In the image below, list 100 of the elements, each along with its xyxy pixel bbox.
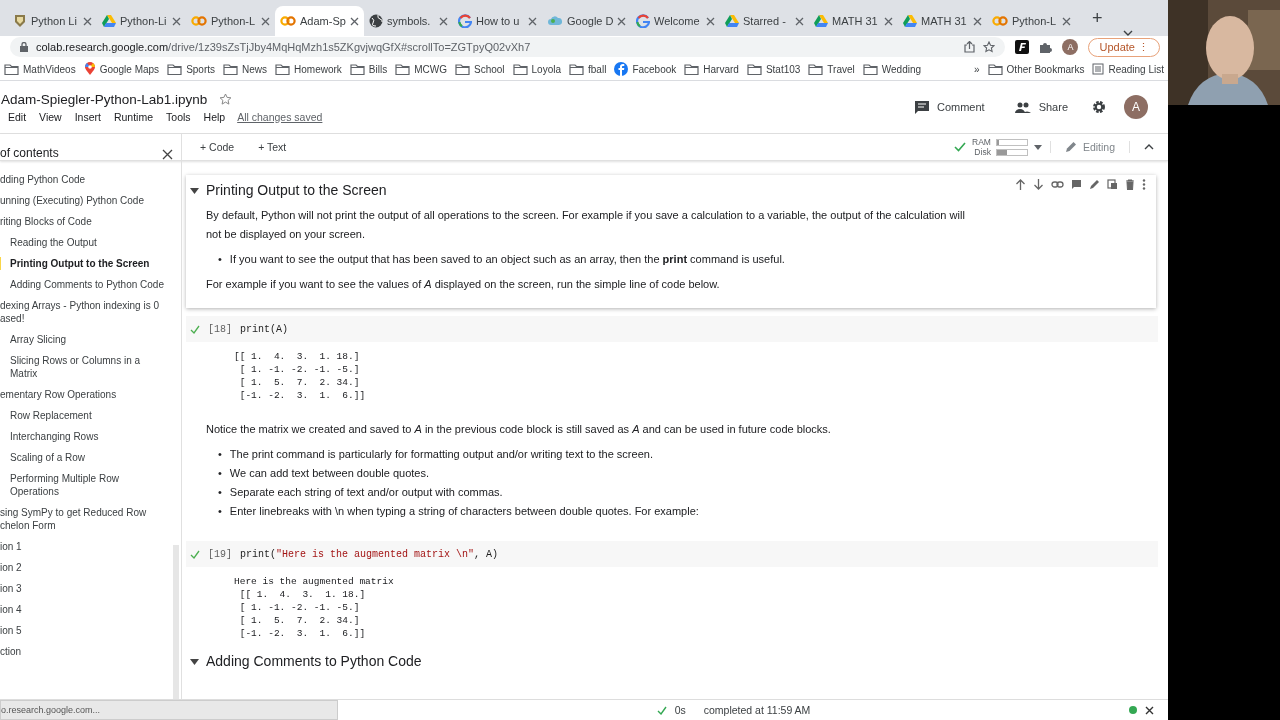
bookmark[interactable]: Loyola (508, 63, 565, 75)
editing-mode-button[interactable]: Editing (1049, 141, 1130, 153)
drive-icon (725, 14, 739, 28)
toc-item[interactable]: ction (0, 641, 167, 662)
toc-item[interactable]: ion 5 (0, 620, 167, 641)
more-icon (1142, 179, 1146, 190)
toc-item[interactable]: sing SymPy to get Reduced Row chelon Form (0, 502, 167, 536)
address-bar[interactable]: colab.research.google.com/drive/1z39sZsTjJby4MqHqMzh1s5ZKgvjwqGfX#scrollTo=ZGTpyQ02vXh7 (10, 37, 1006, 57)
section-heading: Adding Comments to Python Code (206, 652, 422, 671)
bookmark[interactable]: Harvard (680, 63, 743, 75)
toc-item[interactable]: Slicing Rows or Columns in a Matrix (0, 350, 167, 384)
bookmark[interactable]: Google Maps (79, 62, 164, 76)
toc-item[interactable]: ion 3 (0, 578, 167, 599)
toc-item[interactable]: ion 1 (0, 536, 167, 557)
ram-meter (995, 138, 1028, 146)
notebook-title[interactable]: Adam-Spiegler-Python-Lab1.ipynb (1, 91, 208, 107)
browser-tab[interactable]: Python-Li (97, 6, 186, 36)
bookmark[interactable]: Wedding (858, 63, 926, 75)
browser-tab[interactable]: Starred - (720, 6, 809, 36)
toc-item[interactable]: ion 2 (0, 557, 167, 578)
puzzle-icon (1039, 40, 1053, 54)
add-text-button[interactable]: + Text (252, 140, 293, 154)
toc-item[interactable]: unning (Executing) Python Code (0, 190, 167, 211)
menu-item[interactable]: Tools (159, 110, 195, 123)
star-icon (983, 41, 996, 53)
delete-icon (1125, 179, 1135, 190)
browser-tab[interactable]: How to u (453, 6, 542, 36)
star-icon (219, 92, 233, 106)
user-avatar[interactable]: A (1124, 95, 1148, 119)
code-output: Here is the augmented matrix [[ 1. 4. 3. 1. 18.] [ 1. -1. -2. -1. -5.] [ 1. 5. 7. 2. 34.] [-1. -2. 3. 1. 6.]] (234, 575, 395, 640)
browser-tab[interactable]: Google D (542, 6, 631, 36)
bookmark[interactable]: Facebook (610, 62, 681, 76)
bookmark[interactable]: Other Bookmarks (983, 63, 1089, 75)
toc-item[interactable]: Reading the Output (0, 232, 167, 253)
menu-item[interactable]: Help (196, 110, 230, 123)
folder-icon (862, 63, 878, 75)
folder-icon (454, 63, 470, 75)
toc-item[interactable]: ementary Row Operations (0, 384, 167, 405)
toc-item[interactable]: ion 4 (0, 599, 167, 620)
toc-item[interactable]: Scaling of a Row (0, 447, 167, 468)
close-icon (261, 16, 270, 26)
bookmark[interactable]: Bills (345, 63, 392, 75)
colab-icon (992, 14, 1008, 28)
browser-tab[interactable]: Python-L (987, 6, 1076, 36)
toc-item[interactable]: dding Python Code (0, 169, 167, 190)
menu-item[interactable]: View (32, 110, 66, 123)
browser-tab[interactable]: MATH 31 (809, 6, 898, 36)
menu-item[interactable]: Insert (67, 110, 105, 123)
bullet-item: If you want to see the output that has been saved to an object such as an array, then the print command is useful. (229, 252, 785, 267)
toc-item[interactable]: Array Slicing (0, 329, 167, 350)
browser-tab[interactable]: MATH 31 (898, 6, 987, 36)
bullet-item: The print command is particularly for formatting output and/or writing text to the screen. (229, 447, 653, 462)
run-duration: 0s (674, 704, 686, 716)
bullet-mark: • (218, 504, 222, 519)
folder-icon (746, 63, 762, 75)
people-icon (1014, 101, 1031, 113)
bookmark[interactable]: MathVideos (0, 63, 80, 75)
add-code-button[interactable]: + Code (194, 140, 241, 154)
save-status-link[interactable]: All changes saved (237, 110, 323, 123)
move-up-icon (1015, 179, 1026, 190)
new-tab-button[interactable]: + (1086, 7, 1109, 30)
browser-tab[interactable]: Python-L (186, 6, 275, 36)
bookmark[interactable]: Sports (163, 63, 220, 75)
toc-item[interactable]: Row Replacement (0, 405, 167, 426)
browser-tab[interactable]: Python Li (8, 6, 97, 36)
toc-item[interactable]: Adding Comments to Python Code (0, 274, 167, 295)
close-icon (617, 16, 627, 26)
connected-check-icon (954, 142, 966, 152)
close-icon (1062, 16, 1071, 26)
close-icon (350, 16, 359, 26)
bookmark[interactable]: Stat103 (742, 63, 805, 75)
browser-tab[interactable]: Adam-Sp (275, 6, 364, 36)
toc-item[interactable]: dexing Arrays - Python indexing is 0 ased! (0, 295, 167, 329)
paragraph: Notice the matrix we created and saved to A in the previous code block is still saved as A and can be used in future code blocks. (206, 422, 832, 437)
toc-item[interactable]: Interchanging Rows (0, 426, 167, 447)
menu-item[interactable]: Edit (1, 110, 31, 123)
more-bookmarks-button[interactable]: » (970, 63, 984, 75)
toc-item[interactable]: Performing Multiple Row Operations (0, 468, 167, 502)
bookmark[interactable]: fball (565, 63, 611, 75)
bookmark[interactable]: School (450, 63, 509, 75)
browser-tab[interactable]: Welcome (631, 6, 720, 36)
globe-icon (369, 14, 383, 28)
bookmark[interactable]: Travel (804, 63, 859, 75)
folder-icon (569, 63, 584, 75)
bookmark[interactable]: Homework (271, 63, 346, 75)
menu-item[interactable]: Runtime (106, 110, 158, 123)
toc-item[interactable]: riting Blocks of Code (0, 211, 167, 232)
bookmark[interactable]: MCWG (391, 63, 451, 75)
share-button[interactable]: Share (1008, 100, 1074, 114)
bookmark[interactable]: News (219, 63, 272, 75)
collapse-caret-icon (190, 187, 199, 194)
reading-list-button[interactable]: Reading List (1088, 63, 1168, 75)
lock-icon (20, 42, 28, 52)
profile-avatar[interactable]: A (1062, 39, 1079, 55)
mirror-cell-icon (1107, 179, 1118, 190)
browser-tab[interactable]: symbols. (364, 6, 453, 36)
toc-item[interactable]: Printing Output to the Screen (0, 253, 167, 274)
comment-button[interactable]: Comment (908, 99, 991, 115)
update-button[interactable]: Update ⋮ (1088, 37, 1160, 57)
colab-icon (191, 14, 207, 28)
